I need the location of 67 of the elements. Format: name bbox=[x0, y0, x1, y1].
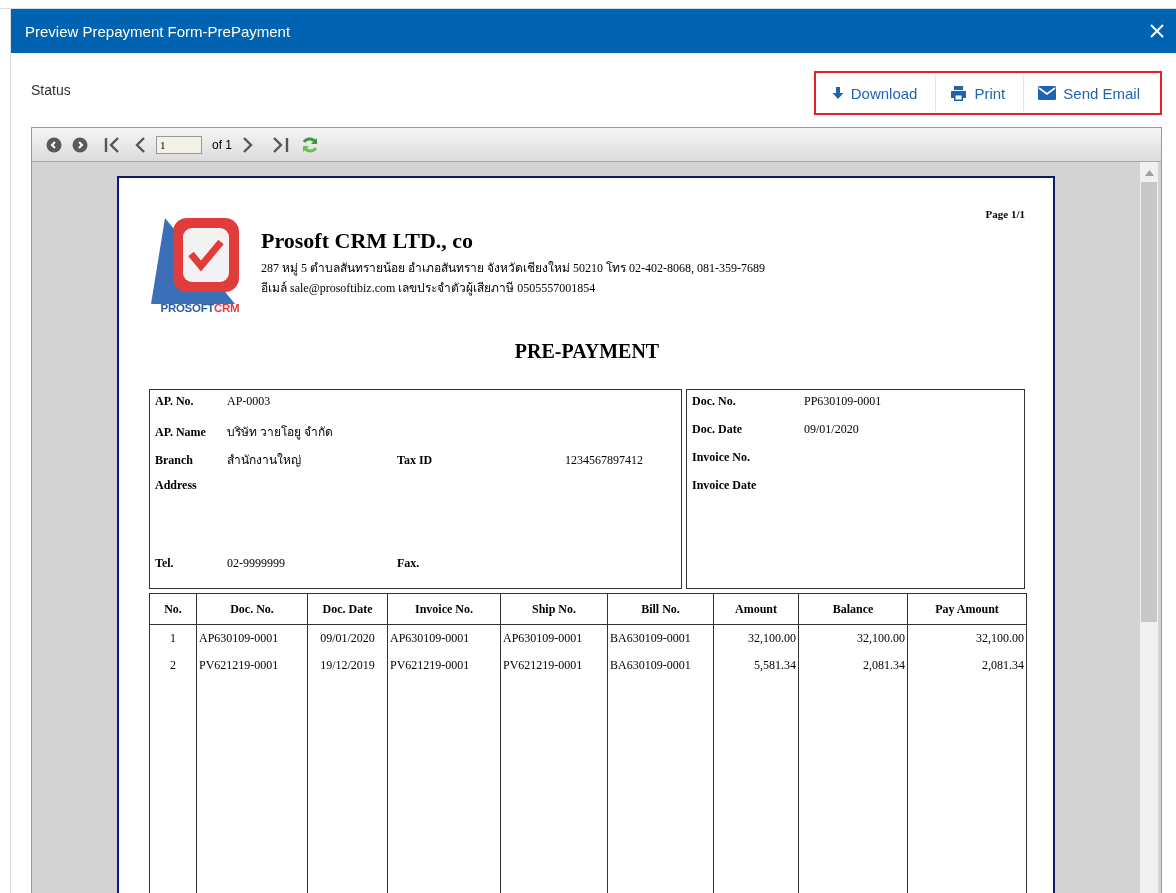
field-label: Doc. Date bbox=[692, 422, 743, 437]
back-icon[interactable] bbox=[46, 136, 62, 153]
page-count: of 1 bbox=[212, 137, 232, 152]
next-page-icon[interactable] bbox=[242, 135, 254, 154]
report-title: PRE-PAYMENT bbox=[513, 340, 661, 363]
column-header: Pay Amount bbox=[907, 593, 1027, 625]
field-label: Invoice No. bbox=[692, 450, 751, 465]
download-icon bbox=[831, 86, 844, 100]
column-header: Ship No. bbox=[500, 593, 608, 625]
column-header: Invoice No. bbox=[387, 593, 501, 625]
field-value: AP-0003 bbox=[227, 394, 272, 409]
table-cell: PV621219-0001 bbox=[196, 652, 308, 679]
scroll-thumb[interactable] bbox=[1141, 182, 1157, 622]
field-label: Tel. bbox=[155, 556, 175, 571]
previous-page-icon[interactable] bbox=[134, 135, 146, 154]
column-header: Balance bbox=[798, 593, 908, 625]
company-address: อีเมล์ sale@prosoftibiz.com เลขประจำตัวผู้เสียภาษี 0505557001854 bbox=[261, 280, 597, 298]
close-icon[interactable] bbox=[1150, 24, 1164, 38]
field-value: สำนักงานใหญ่ bbox=[227, 452, 302, 469]
table-cell: PV621219-0001 bbox=[500, 652, 608, 679]
table-cell: 32,100.00 bbox=[907, 624, 1027, 652]
forward-icon[interactable] bbox=[72, 136, 88, 153]
table-cell: AP630109-0001 bbox=[500, 624, 608, 652]
field-label: Branch bbox=[155, 453, 194, 468]
printer-icon bbox=[950, 85, 968, 101]
table-cell: 1 bbox=[149, 624, 197, 652]
column-header: Doc. No. bbox=[196, 593, 308, 625]
field-value: PP630109-0001 bbox=[804, 394, 883, 409]
field-label: Tax ID bbox=[397, 453, 434, 468]
field-value: 02-9999999 bbox=[227, 556, 286, 571]
last-page-icon[interactable] bbox=[270, 135, 290, 154]
field-label: Address bbox=[155, 478, 198, 493]
column-header: Amount bbox=[713, 593, 799, 625]
field-label: Invoice Date bbox=[692, 478, 758, 493]
table-cell: 2,081.34 bbox=[907, 652, 1027, 679]
table-cell: AP630109-0001 bbox=[387, 624, 501, 652]
field-label: Doc. No. bbox=[692, 394, 737, 409]
envelope-icon bbox=[1038, 86, 1057, 100]
field-value: 09/01/2020 bbox=[804, 422, 860, 437]
table-cell: AP630109-0001 bbox=[196, 624, 308, 652]
status-label: Status bbox=[31, 82, 71, 98]
table-cell: BA630109-0001 bbox=[607, 624, 714, 652]
field-label: AP. No. bbox=[155, 394, 195, 409]
scrollbar[interactable] bbox=[1140, 162, 1158, 893]
page-number: Page 1/1 bbox=[985, 208, 1025, 220]
table-cell: 2,081.34 bbox=[798, 652, 908, 679]
field-value: 1234567897412 bbox=[565, 453, 643, 468]
company-address: 287 หมู่ 5 ตำบลสันทรายน้อย อำเภอสันทราย จังหวัดเชียงใหม่ 50210 โทร 02-402-8068, 081-359-7689 bbox=[261, 260, 765, 278]
table-cell: 32,100.00 bbox=[798, 624, 908, 652]
refresh-icon[interactable] bbox=[300, 135, 320, 154]
column-header: Bill No. bbox=[607, 593, 714, 625]
table-cell: PV621219-0001 bbox=[387, 652, 501, 679]
table-cell: 09/01/2020 bbox=[307, 624, 388, 652]
window-title: Preview Prepayment Form-PrePayment bbox=[25, 22, 291, 40]
table-cell: 5,581.34 bbox=[713, 652, 799, 679]
table-cell: BA630109-0001 bbox=[607, 652, 714, 679]
field-label: AP. Name bbox=[155, 425, 207, 440]
page-field[interactable]: 1 bbox=[156, 135, 202, 154]
column-header: Doc. Date bbox=[307, 593, 388, 625]
field-label: Fax. bbox=[397, 556, 421, 571]
column-header: No. bbox=[149, 593, 197, 625]
logo-wordmark: PROSOFTCRM bbox=[160, 302, 240, 314]
field-value: บริษัท วายโอยู จำกัด bbox=[227, 424, 334, 441]
table-cell: 32,100.00 bbox=[713, 624, 799, 652]
table-cell: 2 bbox=[149, 652, 197, 679]
table-cell: 19/12/2019 bbox=[307, 652, 388, 679]
company-name: Prosoft CRM LTD., co bbox=[261, 228, 475, 254]
